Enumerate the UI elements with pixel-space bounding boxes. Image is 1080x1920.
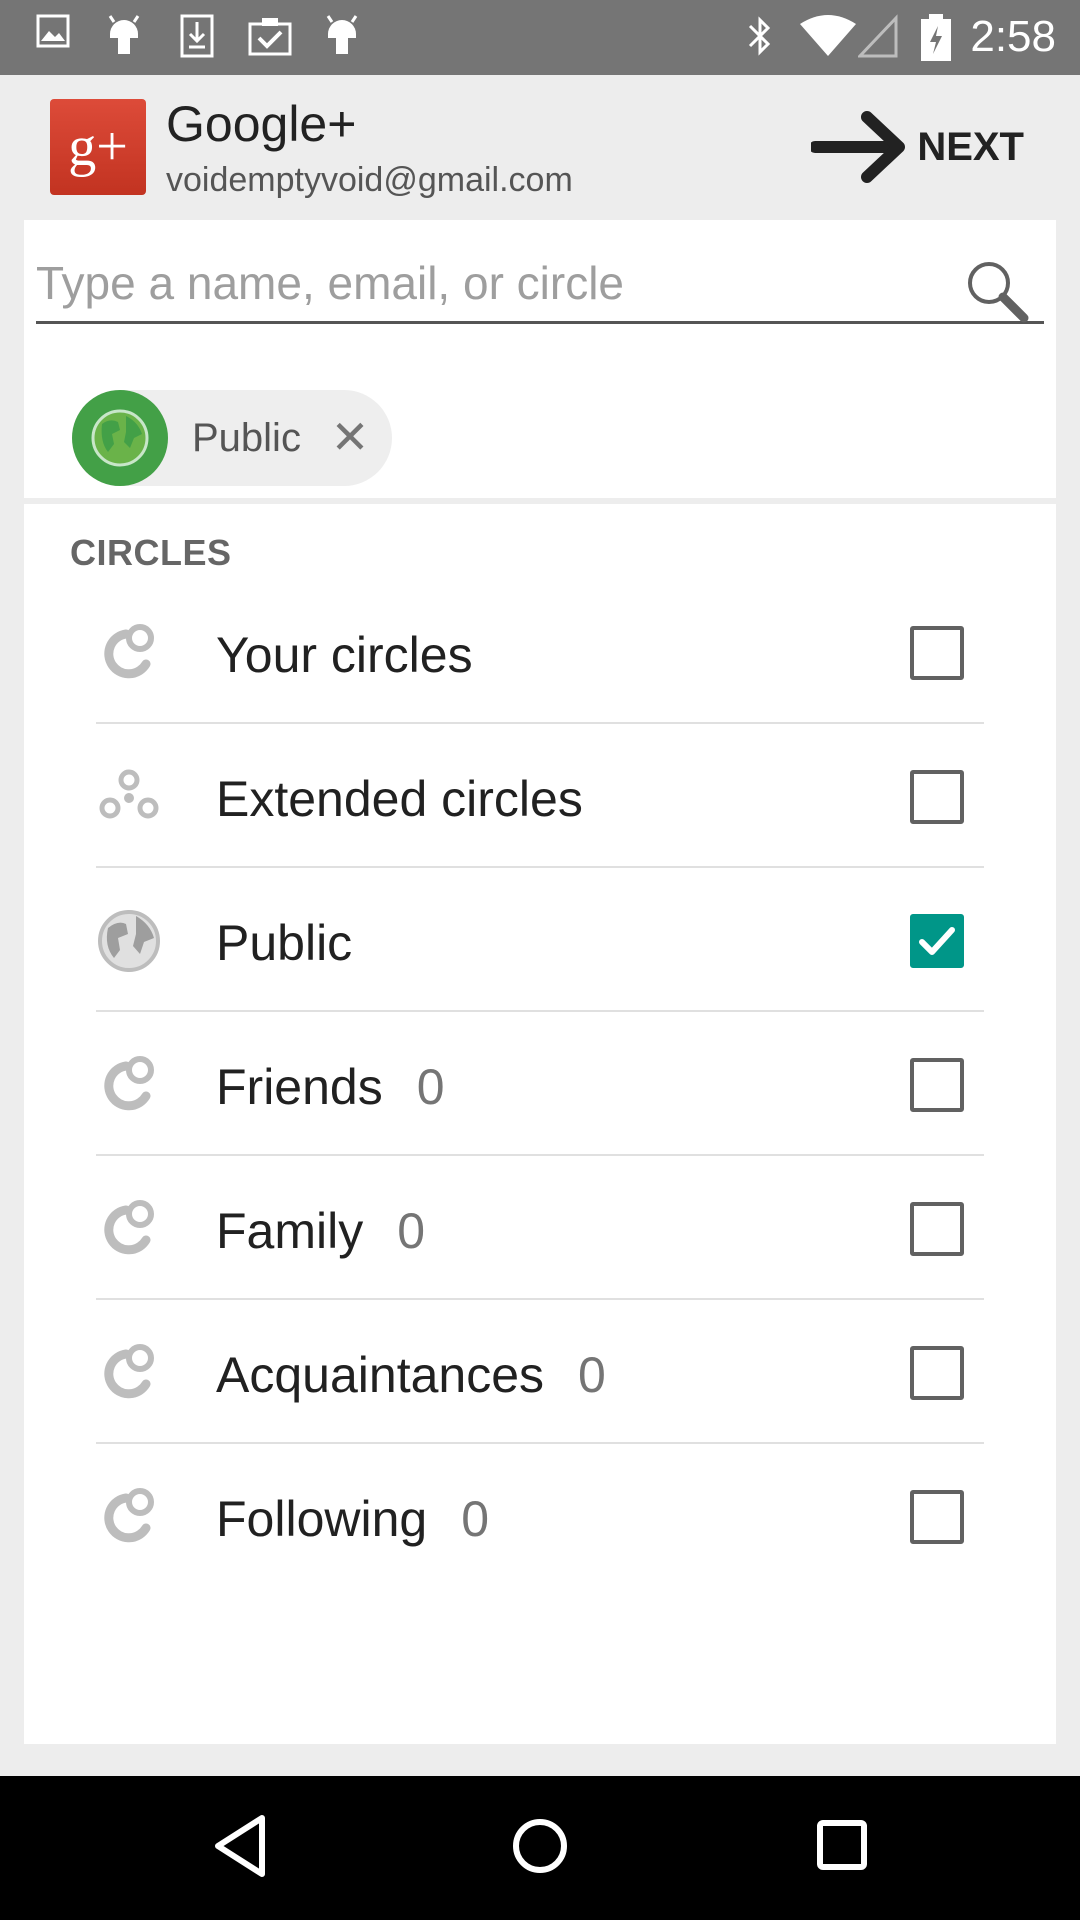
status-bar: 2:58	[0, 0, 1080, 75]
next-button[interactable]: NEXT	[811, 105, 1024, 189]
app-title: Google+	[166, 96, 357, 152]
checkbox[interactable]	[910, 1490, 964, 1544]
circle-label: Public	[216, 915, 353, 971]
checkbox[interactable]	[910, 1202, 964, 1256]
circles-icon	[104, 1056, 154, 1111]
battery-charging-icon	[921, 14, 951, 61]
circle-row-public[interactable]: Public	[96, 868, 984, 1012]
arrow-right-icon	[811, 111, 906, 183]
circle-count: 0	[397, 1203, 426, 1259]
download-icon	[180, 14, 214, 58]
chip-label: Public	[192, 416, 301, 460]
android-icon	[326, 15, 358, 54]
circle-label: Your circles	[216, 627, 473, 683]
circle-label: Following	[216, 1491, 428, 1547]
section-title: CIRCLES	[70, 532, 232, 573]
navigation-bar	[0, 1776, 1080, 1920]
checkbox[interactable]	[910, 770, 964, 824]
circle-count: 0	[578, 1347, 606, 1403]
section-divider	[24, 498, 1056, 504]
circle-label: Extended circles	[216, 771, 583, 827]
google-plus-logo: g+	[50, 99, 146, 195]
account-email: voidemptyvoid@gmail.com	[166, 161, 573, 199]
circle-label: Acquaintances	[216, 1347, 545, 1403]
circles-icon	[104, 1200, 154, 1255]
home-icon[interactable]	[510, 1814, 570, 1878]
checkmark-icon	[919, 927, 955, 955]
circle-count: 0	[461, 1491, 490, 1547]
circle-row-following[interactable]: Following 0	[96, 1444, 984, 1588]
chip-avatar	[72, 390, 168, 486]
clock: 2:58	[970, 12, 1056, 61]
android-icon	[108, 15, 140, 54]
next-label: NEXT	[917, 124, 1024, 169]
wifi-icon	[800, 15, 856, 56]
circle-row-extended-circles[interactable]: Extended circles	[96, 724, 984, 868]
circle-label: Family	[216, 1203, 364, 1259]
search-row	[36, 248, 1044, 324]
search-icon[interactable]	[962, 256, 1032, 326]
circles-icon	[104, 1344, 154, 1399]
checkbox[interactable]	[910, 1058, 964, 1112]
checkbox-checked[interactable]	[910, 914, 964, 968]
search-input[interactable]	[36, 248, 936, 318]
image-icon	[36, 14, 70, 48]
circle-row-friends[interactable]: Friends 0	[96, 1012, 984, 1156]
back-icon[interactable]	[212, 1814, 268, 1878]
circles-icon	[104, 1488, 154, 1543]
signal-icon	[858, 14, 898, 58]
circle-list: Your circles Extended circles Public Fri…	[96, 580, 984, 1588]
circle-label: Friends	[216, 1059, 383, 1115]
circle-row-acquaintances[interactable]: Acquaintances 0	[96, 1300, 984, 1444]
extended-circles-icon	[99, 769, 159, 819]
bluetooth-icon	[748, 16, 771, 56]
public-chip[interactable]: Public ✕	[72, 390, 392, 486]
globe-icon	[98, 910, 160, 972]
circle-row-family[interactable]: Family 0	[96, 1156, 984, 1300]
recents-icon[interactable]	[814, 1814, 870, 1878]
circles-icon	[104, 624, 154, 679]
audience-card: Public ✕ CIRCLES Your circles Extended c…	[24, 220, 1056, 1744]
checkbox[interactable]	[910, 626, 964, 680]
chip-remove-icon[interactable]: ✕	[330, 412, 370, 462]
circle-count: 0	[416, 1059, 445, 1115]
circle-row-your-circles[interactable]: Your circles	[96, 580, 984, 724]
clipboard-check-icon	[248, 18, 292, 56]
checkbox[interactable]	[910, 1346, 964, 1400]
globe-icon	[91, 409, 149, 467]
share-header: g+ Google+ voidemptyvoid@gmail.com NEXT	[0, 75, 1080, 220]
